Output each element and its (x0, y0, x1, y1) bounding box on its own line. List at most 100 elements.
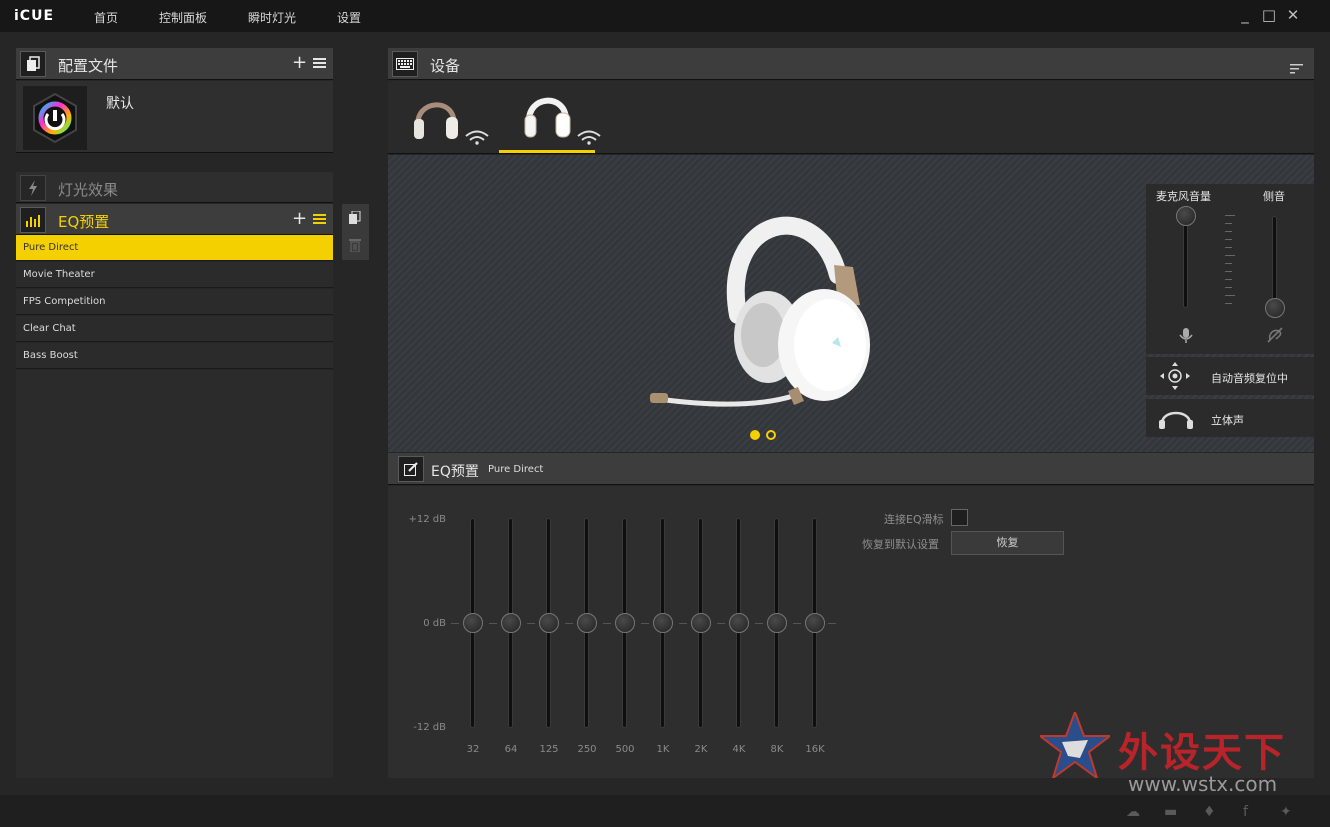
eq-presets-title: EQ预置 (58, 213, 110, 231)
eq-band-knob[interactable] (805, 613, 825, 633)
add-eq-preset-button[interactable]: + (292, 208, 307, 229)
eq-preset-item[interactable]: Bass Boost (16, 343, 333, 369)
device-headset-2[interactable] (520, 89, 610, 149)
mic-level-tick (1225, 303, 1232, 304)
nav-dashboard[interactable]: 控制面板 (159, 9, 207, 26)
audio-controls: 麦克风音量 侧音 (1146, 184, 1314, 354)
eq-band-knob[interactable] (691, 613, 711, 633)
nav-settings[interactable]: 设置 (337, 9, 361, 26)
eq-preset-item[interactable]: Clear Chat (16, 316, 333, 342)
eq-band-knob[interactable] (615, 613, 635, 633)
device-menu-icon[interactable] (1290, 59, 1303, 78)
eq-zero-tick (527, 623, 535, 624)
eq-band-label: 8K (770, 744, 784, 755)
eq-band-label: 500 (615, 744, 635, 755)
eq-band-knob[interactable] (539, 613, 559, 633)
eq-band-label: 64 (504, 744, 518, 755)
eq-zero-tick (641, 623, 649, 624)
stereo-label: 立体声 (1211, 414, 1244, 427)
trash-icon[interactable] (349, 237, 361, 256)
eq-band-label: 2K (694, 744, 708, 755)
lightning-icon (20, 175, 46, 201)
profile-name: 默认 (106, 96, 134, 112)
reset-default-label: 恢复到默认设置 (862, 538, 939, 551)
mic-volume-label: 麦克风音量 (1156, 190, 1211, 203)
devices-title: 设备 (430, 57, 461, 75)
eq-preset-item[interactable]: Movie Theater (16, 262, 333, 288)
nav-instant-lighting[interactable]: 瞬时灯光 (248, 9, 296, 26)
keyboard-icon (392, 51, 418, 77)
mic-volume-knob[interactable] (1176, 206, 1196, 226)
eq-band-knob[interactable] (501, 613, 521, 633)
microphone-icon (1179, 328, 1193, 348)
db-mid-label: 0 dB (423, 618, 446, 629)
eq-band-label: 16K (805, 744, 825, 755)
db-bottom-label: -12 dB (413, 722, 446, 733)
minimize-button[interactable]: _ (1236, 6, 1254, 24)
notification-icon[interactable]: ☁ (1126, 804, 1140, 820)
mic-level-tick (1225, 263, 1232, 264)
eq-band-knob[interactable] (653, 613, 673, 633)
page-dot[interactable] (750, 430, 760, 440)
device-headset-1[interactable] (410, 91, 500, 149)
eq-panel-title: EQ预置 (431, 464, 479, 480)
eq-preset-item[interactable]: Pure Direct (16, 235, 333, 261)
sidetone-slider[interactable] (1272, 216, 1277, 310)
surround-icon (1160, 362, 1190, 394)
headset-image (628, 195, 898, 425)
mic-level-tick (1225, 287, 1232, 288)
facebook-icon[interactable]: f (1243, 804, 1248, 820)
eq-zero-tick (755, 623, 763, 624)
copy-icon[interactable] (349, 210, 361, 229)
link-eq-label: 连接EQ滑标 (884, 513, 944, 526)
add-profile-button[interactable]: + (292, 52, 307, 73)
eq-band-knob[interactable] (767, 613, 787, 633)
link-eq-checkbox[interactable] (951, 509, 968, 526)
eq-zero-tick (793, 623, 801, 624)
profiles-menu-icon[interactable] (313, 58, 326, 68)
device-tray (388, 81, 1314, 154)
chat-icon[interactable]: ▬ (1164, 804, 1177, 820)
eq-preset-item[interactable]: FPS Competition (16, 289, 333, 315)
app-logo: iCUE (14, 8, 55, 24)
eq-presets-menu-icon[interactable] (313, 214, 326, 224)
mic-level-tick (1225, 215, 1235, 216)
maximize-button[interactable]: □ (1260, 6, 1278, 24)
mic-level-tick (1225, 295, 1235, 296)
auto-audio-label: 自动音频复位中 (1211, 372, 1288, 385)
eq-tools-panel (342, 204, 369, 260)
watermark-logo (1037, 709, 1113, 782)
mic-level-tick (1225, 223, 1232, 224)
eq-panel-header: EQ预置 Pure Direct (388, 453, 1314, 485)
eq-panel-preset-name: Pure Direct (488, 464, 544, 475)
reset-button[interactable]: 恢复 (951, 531, 1064, 555)
eq-zero-tick (603, 623, 611, 624)
profiles-title: 配置文件 (58, 57, 119, 75)
edit-icon[interactable] (398, 456, 424, 482)
corsair-icon[interactable]: ✦ (1280, 804, 1292, 820)
mic-volume-slider[interactable] (1183, 214, 1188, 308)
headphones-icon (1158, 407, 1194, 433)
nav-home[interactable]: 首页 (94, 9, 118, 26)
db-top-label: +12 dB (408, 514, 447, 525)
profile-item[interactable]: 默认 (16, 81, 333, 153)
lighting-header[interactable]: 灯光效果 (16, 172, 333, 203)
eq-zero-tick (565, 623, 573, 624)
profiles-icon (20, 51, 46, 77)
sidetone-knob[interactable] (1265, 298, 1285, 318)
eq-band-knob[interactable] (729, 613, 749, 633)
eq-band-knob[interactable] (463, 613, 483, 633)
mic-level-tick (1225, 231, 1232, 232)
page-dot[interactable] (766, 430, 776, 440)
eq-zero-tick (451, 623, 459, 624)
mic-level-tick (1225, 239, 1232, 240)
icue-profile-icon (23, 86, 87, 150)
auto-audio-button[interactable]: 自动音频复位中 (1146, 357, 1314, 395)
eq-zero-tick (717, 623, 725, 624)
twitter-icon[interactable]: ♦ (1203, 804, 1216, 820)
eq-band-label: 4K (732, 744, 746, 755)
eq-band-knob[interactable] (577, 613, 597, 633)
stereo-button[interactable]: 立体声 (1146, 399, 1314, 437)
close-button[interactable]: ✕ (1284, 6, 1302, 24)
eq-zero-tick (489, 623, 497, 624)
